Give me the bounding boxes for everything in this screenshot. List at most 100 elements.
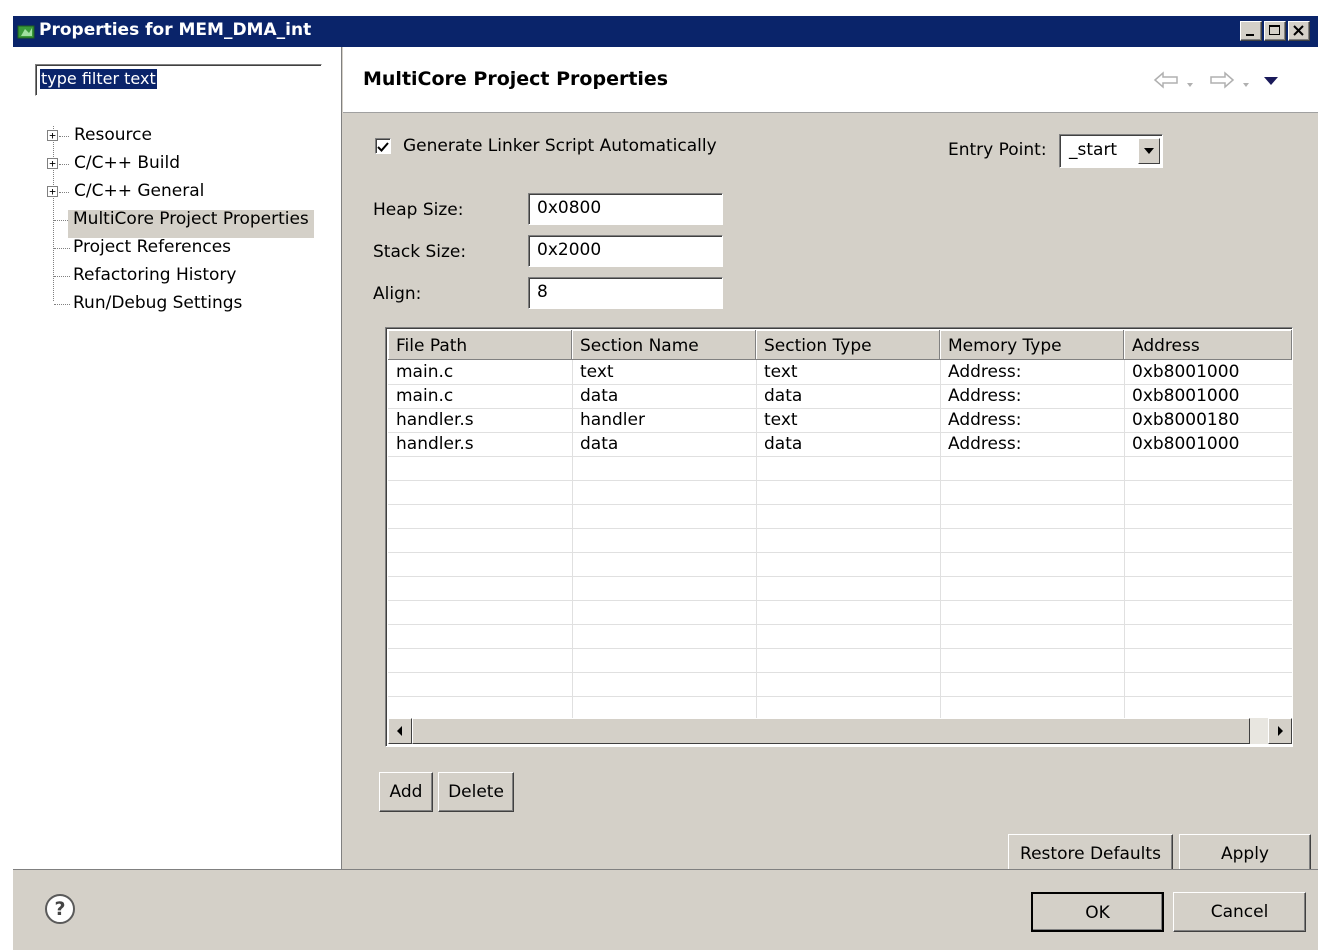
properties-content: Generate Linker Script Automatically Ent…: [343, 114, 1318, 874]
tree-item-label: Refactoring History: [73, 265, 237, 285]
tree-item-resource[interactable]: + Resource: [13, 124, 342, 150]
filter-placeholder: type filter text: [40, 69, 157, 89]
column-header-memory-type[interactable]: Memory Type: [940, 330, 1124, 360]
cell-address: 0xb8001000: [1132, 434, 1240, 454]
horizontal-scrollbar[interactable]: [388, 718, 1292, 744]
grid-line: [388, 480, 1292, 481]
cell-memory-type: Address:: [948, 386, 1022, 406]
grid-line: [388, 600, 1292, 601]
section-table[interactable]: File Path Section Name Section Type Memo…: [385, 327, 1293, 747]
expand-icon[interactable]: +: [47, 186, 58, 197]
cancel-button[interactable]: Cancel: [1173, 892, 1306, 932]
back-dropdown-icon[interactable]: [1185, 75, 1195, 95]
dialog-button-bar: ? OK Cancel: [13, 869, 1318, 950]
cell-address: 0xb8000180: [1132, 410, 1240, 430]
back-arrow-icon[interactable]: [1153, 71, 1179, 94]
cell-section-type: data: [764, 434, 803, 454]
grid-line: [388, 624, 1292, 625]
column-header-section-type[interactable]: Section Type: [756, 330, 940, 360]
add-button[interactable]: Add: [379, 772, 433, 812]
column-header-address[interactable]: Address: [1124, 330, 1292, 360]
page-header: MultiCore Project Properties: [343, 47, 1318, 113]
restore-defaults-label: Restore Defaults: [1020, 844, 1161, 864]
apply-button[interactable]: Apply: [1179, 834, 1311, 874]
cell-file-path: main.c: [396, 362, 454, 382]
heap-size-label: Heap Size:: [373, 200, 464, 220]
cell-memory-type: Address:: [948, 410, 1022, 430]
forward-dropdown-icon[interactable]: [1241, 75, 1251, 95]
window-title: Properties for MEM_DMA_int: [39, 20, 312, 40]
chevron-down-icon[interactable]: [1138, 138, 1160, 164]
cell-memory-type: Address:: [948, 434, 1022, 454]
generate-linker-checkbox[interactable]: [375, 138, 391, 154]
tree-item-refactoring-history[interactable]: Refactoring History: [13, 264, 342, 290]
column-header-section-name[interactable]: Section Name: [572, 330, 756, 360]
grid-line: [388, 528, 1292, 529]
cell-section-name: data: [580, 434, 619, 454]
tree-item-run-debug-settings[interactable]: Run/Debug Settings: [13, 292, 342, 318]
cell-section-name: handler: [580, 410, 645, 430]
align-label: Align:: [373, 284, 422, 304]
expand-icon[interactable]: +: [47, 158, 58, 169]
scroll-right-icon[interactable]: [1268, 718, 1292, 744]
grid-line: [388, 576, 1292, 577]
tree-item-label: Project References: [73, 237, 232, 257]
cell-address: 0xb8001000: [1132, 386, 1240, 406]
maximize-button[interactable]: [1264, 21, 1286, 41]
grid-line: [388, 696, 1292, 697]
restore-defaults-button[interactable]: Restore Defaults: [1008, 834, 1173, 874]
preference-tree-panel: type filter text + Resource + C/C++ Buil…: [13, 47, 342, 869]
tree-item-label: C/C++ Build: [74, 153, 181, 173]
table-row[interactable]: main.c text text Address: 0xb8001000: [388, 360, 1292, 384]
cell-address: 0xb8001000: [1132, 362, 1240, 382]
expand-icon[interactable]: +: [47, 130, 58, 141]
cancel-button-label: Cancel: [1210, 902, 1269, 922]
tree-item-cc-general[interactable]: + C/C++ General: [13, 180, 342, 206]
align-input[interactable]: 8: [528, 277, 723, 309]
cell-section-name: data: [580, 386, 619, 406]
generate-linker-label[interactable]: Generate Linker Script Automatically: [403, 136, 717, 156]
forward-arrow-icon[interactable]: [1209, 71, 1235, 94]
tree-item-cc-build[interactable]: + C/C++ Build: [13, 152, 342, 178]
scroll-thumb[interactable]: [412, 718, 1250, 744]
table-row[interactable]: handler.s handler text Address: 0xb80001…: [388, 408, 1292, 432]
delete-button[interactable]: Delete: [438, 772, 514, 812]
cell-file-path: main.c: [396, 386, 454, 406]
scroll-left-icon[interactable]: [388, 718, 412, 744]
title-bar[interactable]: Properties for MEM_DMA_int: [13, 16, 1318, 47]
help-icon[interactable]: ?: [45, 894, 75, 924]
add-button-label: Add: [389, 782, 423, 802]
apply-button-label: Apply: [1221, 844, 1269, 864]
view-menu-icon[interactable]: [1263, 73, 1279, 93]
entry-point-label: Entry Point:: [948, 140, 1047, 160]
entry-point-select[interactable]: _start: [1059, 134, 1163, 168]
heap-size-input[interactable]: 0x0800: [528, 193, 723, 225]
tree-item-label: Resource: [74, 125, 152, 145]
cell-section-type: data: [764, 386, 803, 406]
tree-item-label: C/C++ General: [74, 181, 205, 201]
cell-section-name: text: [580, 362, 614, 382]
minimize-button[interactable]: [1240, 21, 1262, 41]
ok-button[interactable]: OK: [1031, 892, 1164, 932]
delete-button-label: Delete: [448, 782, 504, 802]
cell-section-type: text: [764, 410, 798, 430]
stack-size-input[interactable]: 0x2000: [528, 235, 723, 267]
tree-item-project-references[interactable]: Project References: [13, 236, 342, 262]
cell-memory-type: Address:: [948, 362, 1022, 382]
close-button[interactable]: [1288, 21, 1310, 41]
table-row[interactable]: main.c data data Address: 0xb8001000: [388, 384, 1292, 408]
app-icon: [17, 23, 35, 41]
tree-item-label: Run/Debug Settings: [73, 293, 243, 313]
filter-input[interactable]: type filter text: [35, 64, 322, 96]
ok-button-label: OK: [1085, 903, 1110, 923]
column-header-file-path[interactable]: File Path: [388, 330, 572, 360]
entry-point-value: _start: [1069, 140, 1118, 160]
grid-line: [388, 552, 1292, 553]
page-title: MultiCore Project Properties: [363, 68, 669, 90]
table-row[interactable]: handler.s data data Address: 0xb8001000: [388, 432, 1292, 456]
tree-item-multicore-project-properties[interactable]: MultiCore Project Properties: [13, 208, 342, 234]
cell-section-type: text: [764, 362, 798, 382]
cell-file-path: handler.s: [396, 434, 474, 454]
stack-size-label: Stack Size:: [373, 242, 467, 262]
tree-item-label: MultiCore Project Properties: [73, 209, 309, 229]
